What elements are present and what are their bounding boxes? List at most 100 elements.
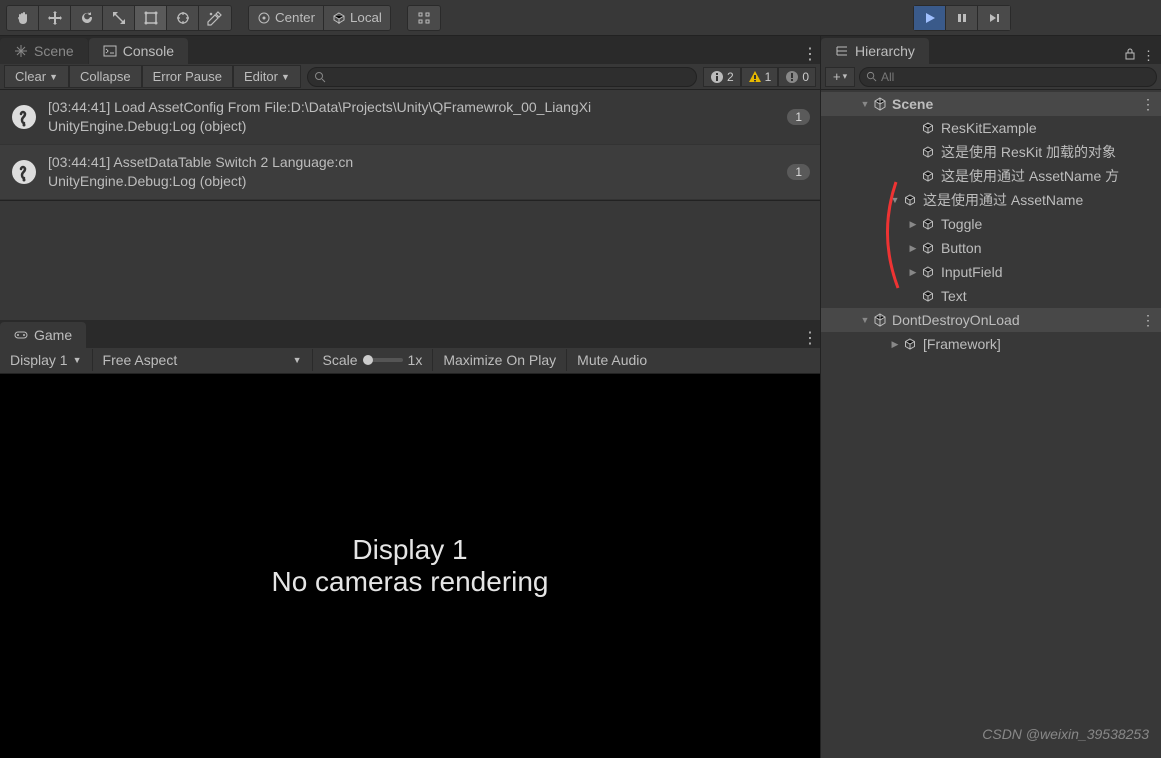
info-badge[interactable]: 2 — [703, 67, 741, 87]
hierarchy-toolbar: +▾ All — [821, 64, 1161, 90]
gameobject-icon — [921, 121, 935, 135]
collapse-button[interactable]: Collapse — [69, 65, 142, 88]
transform-tool[interactable] — [167, 6, 199, 30]
scene-label: Scene — [892, 96, 933, 112]
rotate-tool[interactable] — [71, 6, 103, 30]
right-panel: Hierarchy ⋮ +▾ All ▼ Scene ⋮ ResKitExamp… — [820, 36, 1161, 758]
scene-root[interactable]: ▼ Scene ⋮ — [821, 92, 1161, 116]
dontdestroy-label: DontDestroyOnLoad — [892, 312, 1020, 328]
console-toolbar: Clear▼ Collapse Error Pause Editor▼ 2 1 … — [0, 64, 820, 90]
hierarchy-search[interactable]: All — [859, 67, 1157, 87]
console-count: 1 — [787, 109, 810, 125]
hierarchy-tree: ▼ Scene ⋮ ResKitExample 这是使用 ResKit 加载的对象… — [821, 90, 1161, 758]
main-area: Scene Console ⋮ Clear▼ Collapse Error Pa… — [0, 36, 1161, 758]
maximize-toggle[interactable]: Maximize On Play — [433, 349, 567, 371]
scale-tool[interactable] — [103, 6, 135, 30]
dontdestroy-menu[interactable]: ⋮ — [1141, 312, 1155, 329]
console-search[interactable] — [307, 67, 697, 87]
gameobject-icon — [903, 193, 917, 207]
hierarchy-tab-label: Hierarchy — [855, 43, 915, 59]
main-toolbar: Center Local — [0, 0, 1161, 36]
gameobject-icon — [921, 265, 935, 279]
tab-hierarchy[interactable]: Hierarchy — [821, 38, 929, 64]
pivot-center-button[interactable]: Center — [249, 6, 324, 30]
snap-group — [407, 5, 441, 31]
play-controls — [913, 5, 1011, 31]
watermark: CSDN @weixin_39538253 — [982, 726, 1149, 742]
gameobject-icon — [921, 217, 935, 231]
game-tabs: Game ⋮ — [0, 320, 820, 348]
item-label: 这是使用通过 AssetName 方 — [941, 166, 1119, 186]
dontdestroy-root[interactable]: ▼ DontDestroyOnLoad ⋮ — [821, 308, 1161, 332]
tree-item[interactable]: ▶[Framework] — [821, 332, 1161, 356]
tree-item[interactable]: ResKitExample — [821, 116, 1161, 140]
editor-dropdown[interactable]: Editor▼ — [233, 65, 301, 88]
aspect-dropdown[interactable]: Free Aspect▼ — [93, 349, 313, 371]
center-label: Center — [275, 10, 315, 25]
display-label: Display 1 — [352, 534, 467, 566]
tab-console[interactable]: Console — [89, 38, 188, 64]
clear-button[interactable]: Clear▼ — [4, 65, 69, 88]
move-tool[interactable] — [39, 6, 71, 30]
item-label: [Framework] — [923, 336, 1001, 352]
gameobject-icon — [921, 169, 935, 183]
tree-item[interactable]: Text — [821, 284, 1161, 308]
game-tab-menu[interactable]: ⋮ — [800, 328, 820, 348]
error-badge[interactable]: 0 — [778, 67, 816, 87]
console-list: [03:44:41] Load AssetConfig From File:D:… — [0, 90, 820, 200]
no-cameras-label: No cameras rendering — [271, 566, 548, 598]
gameobject-icon — [921, 289, 935, 303]
pivot-group: Center Local — [248, 5, 391, 31]
console-tabs: Scene Console ⋮ — [0, 36, 820, 64]
local-label: Local — [350, 10, 382, 25]
console-count: 1 — [787, 164, 810, 180]
item-label: 这是使用通过 AssetName — [923, 190, 1083, 210]
tree-item[interactable]: ▶Toggle — [821, 212, 1161, 236]
play-button[interactable] — [914, 6, 946, 30]
rect-tool[interactable] — [135, 6, 167, 30]
tree-item[interactable]: ▼这是使用通过 AssetName — [821, 188, 1161, 212]
item-label: InputField — [941, 264, 1002, 280]
item-label: Button — [941, 240, 981, 256]
hierarchy-tabs: Hierarchy ⋮ — [821, 36, 1161, 64]
scale-slider[interactable] — [363, 358, 403, 362]
unity-icon — [873, 97, 887, 111]
console-text: [03:44:41] Load AssetConfig From File:D:… — [48, 98, 777, 136]
tree-item[interactable]: 这是使用 ResKit 加载的对象 — [821, 140, 1161, 164]
tree-item[interactable]: ▶InputField — [821, 260, 1161, 284]
console-entry[interactable]: [03:44:41] Load AssetConfig From File:D:… — [0, 90, 820, 145]
console-tab-menu[interactable]: ⋮ — [800, 44, 820, 64]
gameobject-icon — [903, 337, 917, 351]
error-pause-button[interactable]: Error Pause — [142, 65, 233, 88]
hierarchy-tab-menu[interactable]: ⋮ — [1142, 48, 1155, 64]
scale-control[interactable]: Scale 1x — [313, 349, 434, 371]
gameobject-icon — [921, 145, 935, 159]
mute-toggle[interactable]: Mute Audio — [567, 349, 657, 371]
scene-menu[interactable]: ⋮ — [1141, 96, 1155, 113]
item-label: Toggle — [941, 216, 982, 232]
tree-item[interactable]: 这是使用通过 AssetName 方 — [821, 164, 1161, 188]
custom-tool[interactable] — [199, 6, 231, 30]
pause-button[interactable] — [946, 6, 978, 30]
warn-badge[interactable]: 1 — [741, 67, 779, 87]
add-button[interactable]: +▾ — [825, 67, 855, 87]
unity-icon — [873, 313, 887, 327]
left-panel: Scene Console ⋮ Clear▼ Collapse Error Pa… — [0, 36, 820, 758]
hand-tool[interactable] — [7, 6, 39, 30]
step-button[interactable] — [978, 6, 1010, 30]
info-icon — [10, 158, 38, 186]
info-icon — [10, 103, 38, 131]
item-label: 这是使用 ResKit 加载的对象 — [941, 142, 1116, 162]
tree-item[interactable]: ▶Button — [821, 236, 1161, 260]
gameobject-icon — [921, 241, 935, 255]
lock-icon[interactable] — [1124, 48, 1136, 64]
tab-game[interactable]: Game — [0, 322, 86, 348]
tab-scene[interactable]: Scene — [0, 38, 88, 64]
display-dropdown[interactable]: Display 1▼ — [0, 349, 93, 371]
game-tab-label: Game — [34, 327, 72, 343]
transform-tools — [6, 5, 232, 31]
handle-local-button[interactable]: Local — [324, 6, 390, 30]
console-entry[interactable]: [03:44:41] AssetDataTable Switch 2 Langu… — [0, 145, 820, 200]
item-label: ResKitExample — [941, 120, 1037, 136]
snap-button[interactable] — [408, 6, 440, 30]
